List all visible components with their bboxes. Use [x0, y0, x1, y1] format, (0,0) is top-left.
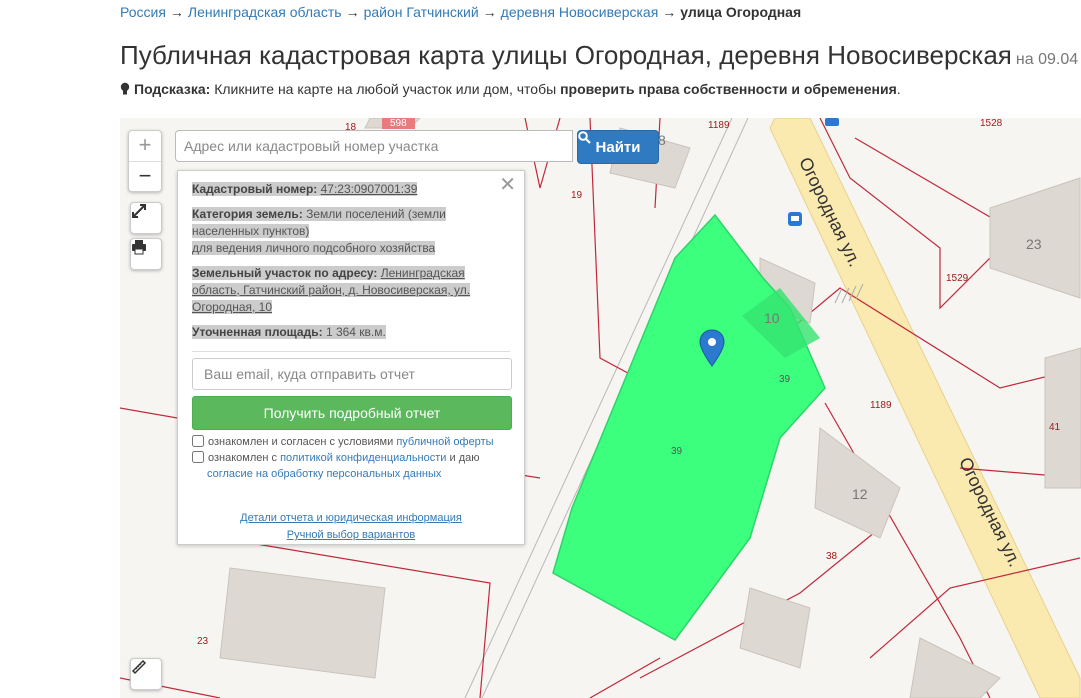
hint-end: .: [896, 81, 901, 97]
address-link[interactable]: Ленинградская: [381, 266, 465, 280]
cadastral-number-row: Кадастровый номер: 47:23:0907001:39: [192, 181, 510, 198]
parcel-number: 1529: [946, 273, 969, 284]
ruler-icon: [131, 659, 147, 675]
breadcrumb-link-russia[interactable]: Россия: [120, 4, 166, 20]
find-button[interactable]: Найти: [577, 130, 659, 164]
parcel-number: 41: [1049, 422, 1061, 433]
house-number: 10: [764, 310, 780, 326]
panel-links: Детали отчета и юридическая информация Р…: [192, 510, 510, 544]
cadastral-map[interactable]: 598 18 8 1189 1528 19 23 1529 10 39 39 1…: [120, 118, 1081, 698]
address-row: Земельный участок по адресу: Ленинградск…: [192, 265, 510, 316]
breadcrumb-link-region[interactable]: Ленинградская область: [188, 4, 342, 20]
breadcrumb-separator: →: [345, 4, 360, 20]
close-icon[interactable]: ✕: [499, 175, 516, 195]
breadcrumb-current: улица Огородная: [680, 4, 802, 20]
house-number: 23: [1026, 236, 1042, 252]
bus-stop-icon: [788, 212, 802, 226]
page-title: Публичная кадастровая карта улицы Огород…: [120, 40, 1078, 75]
offer-agreement: ознакомлен и согласен с условиями публич…: [192, 434, 510, 450]
search-icon: [578, 131, 591, 144]
zoom-in-button[interactable]: +: [129, 131, 161, 161]
bus-stop-icon: [825, 118, 839, 126]
measure-button[interactable]: [130, 658, 162, 690]
hint-bold: проверить права собственности и обремене…: [560, 81, 897, 97]
area-row: Уточненная площадь: 1 364 кв.м.: [192, 324, 510, 341]
privacy-text-mid: и даю: [449, 452, 480, 464]
find-button-label: Найти: [595, 138, 641, 156]
search-input[interactable]: [175, 130, 573, 162]
address-link[interactable]: Огородная, 10: [192, 300, 272, 314]
land-category-value: Земли поселений (земли: [306, 207, 446, 221]
breadcrumb-link-district[interactable]: район Гатчинский: [364, 4, 479, 20]
privacy-checkbox[interactable]: [192, 451, 204, 463]
offer-checkbox[interactable]: [192, 435, 204, 447]
land-category-label: Категория земель:: [192, 207, 303, 221]
breadcrumb-link-village[interactable]: деревня Новосиверская: [501, 4, 659, 20]
printer-icon: [132, 240, 146, 255]
lightbulb-icon: [120, 82, 130, 95]
parcel-number: 39: [671, 446, 683, 457]
privacy-agreement: ознакомлен с политикой конфиденциальност…: [192, 450, 510, 482]
parcel-number: 19: [571, 190, 583, 201]
expand-icon: [132, 204, 146, 218]
manual-choice-link[interactable]: Ручной выбор вариантов: [192, 527, 510, 544]
parcel-number: 1528: [980, 118, 1003, 129]
parcel-number: 1189: [708, 120, 730, 131]
address-label: Земельный участок по адресу:: [192, 266, 378, 280]
land-category-value: населенных пунктов): [192, 224, 310, 238]
print-button[interactable]: [130, 238, 162, 270]
breadcrumb-separator: →: [482, 4, 497, 20]
cadastral-number-label: Кадастровый номер:: [192, 182, 318, 196]
hint: Подсказка: Кликните на карте на любой уч…: [120, 80, 901, 98]
area-label: Уточненная площадь:: [192, 325, 323, 339]
zoom-out-button[interactable]: −: [129, 161, 161, 192]
privacy-text: ознакомлен с: [208, 452, 278, 464]
details-link[interactable]: Детали отчета и юридическая информация: [192, 510, 510, 527]
hint-label: Подсказка:: [134, 81, 211, 97]
breadcrumb-separator: →: [169, 4, 184, 20]
breadcrumb: Россия → Ленинградская область → район Гатчи…: [120, 4, 801, 20]
house-number: 12: [852, 486, 868, 502]
divider: [192, 351, 510, 352]
privacy-link[interactable]: политикой конфиденциальности: [280, 452, 446, 464]
parcel-number: 598: [382, 118, 415, 129]
parcel-number: 23: [197, 636, 209, 647]
page-title-text: Публичная кадастровая карта улицы Огород…: [120, 40, 1012, 70]
offer-link[interactable]: публичной оферты: [396, 436, 493, 448]
address-link[interactable]: область, Гатчинский район, д. Новосиверс…: [192, 283, 470, 297]
email-input[interactable]: [192, 358, 512, 390]
parcel-number: 39: [779, 374, 791, 385]
cadastral-number-link[interactable]: 47:23:0907001:39: [321, 182, 418, 196]
parcel-number: 1189: [870, 400, 892, 411]
parcel-info-panel: ✕ Кадастровый номер: 47:23:0907001:39 Ка…: [177, 170, 525, 545]
zoom-control: + −: [128, 130, 162, 192]
consent-link[interactable]: согласие на обработку персональных данны…: [207, 468, 441, 480]
house-number: 8: [658, 132, 666, 148]
page-date: на 09.04: [1015, 51, 1079, 68]
breadcrumb-separator: →: [662, 4, 677, 20]
land-category-row: Категория земель: Земли поселений (земли…: [192, 206, 510, 257]
fullscreen-button[interactable]: [130, 202, 162, 234]
hint-text: Кликните на карте на любой участок или д…: [214, 81, 557, 97]
offer-text: ознакомлен и согласен с условиями: [208, 436, 394, 448]
land-use-value: для ведения личного подсобного хозяйства: [192, 241, 436, 255]
area-value: 1 364 кв.м.: [325, 325, 386, 339]
parcel-number: 38: [826, 551, 838, 562]
get-report-button[interactable]: Получить подробный отчет: [192, 396, 512, 430]
